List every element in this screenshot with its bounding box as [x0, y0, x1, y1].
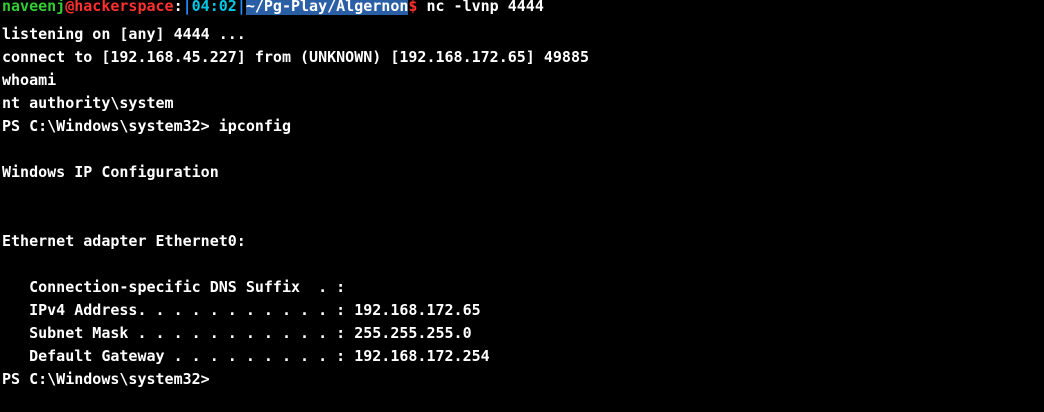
output-subnet-mask: Subnet Mask . . . . . . . . . . . : 255.…	[2, 324, 472, 342]
prompt-path-selected[interactable]: ~/Pg-Play/Algernon	[245, 0, 409, 15]
output-blank-line	[2, 138, 1042, 161]
output-blank-line	[2, 184, 1042, 207]
prompt-bar-right: |	[236, 0, 246, 15]
prompt-command: nc -lvnp 4444	[417, 0, 544, 15]
prompt-colon: :	[173, 0, 183, 15]
output-ipv4-address: IPv4 Address. . . . . . . . . . . : 192.…	[2, 301, 481, 319]
prompt-user: naveenj	[2, 0, 66, 15]
prompt-at: @	[65, 0, 75, 15]
prompt-time: 04:02	[191, 0, 237, 15]
output-whoami-result: nt authority\system	[2, 94, 174, 112]
output-listening: listening on [any] 4444 ...	[2, 25, 246, 43]
output-ethernet-adapter: Ethernet adapter Ethernet0:	[2, 232, 246, 250]
output-windows-ip-configuration: Windows IP Configuration	[2, 163, 219, 181]
output-dns-suffix: Connection-specific DNS Suffix . :	[2, 278, 346, 296]
output-blank-line	[2, 207, 1042, 230]
prompt-host: hackerspace	[74, 0, 174, 15]
output-whoami-command: whoami	[2, 71, 57, 89]
output-blank-line	[2, 253, 1042, 276]
prompt-bar-left: |	[182, 0, 192, 15]
output-ps-prompt-ipconfig: PS C:\Windows\system32> ipconfig	[2, 117, 291, 135]
output-connect: connect to [192.168.45.227] from (UNKNOW…	[2, 48, 589, 66]
output-default-gateway: Default Gateway . . . . . . . . . : 192.…	[2, 347, 490, 365]
terminal-window[interactable]: naveenj@hackerspace:|04:02|~/Pg-Play/Alg…	[0, 0, 1044, 412]
shell-prompt-line: naveenj@hackerspace:|04:02|~/Pg-Play/Alg…	[2, 0, 1042, 18]
output-ps-prompt-current[interactable]: PS C:\Windows\system32>	[2, 368, 1042, 391]
